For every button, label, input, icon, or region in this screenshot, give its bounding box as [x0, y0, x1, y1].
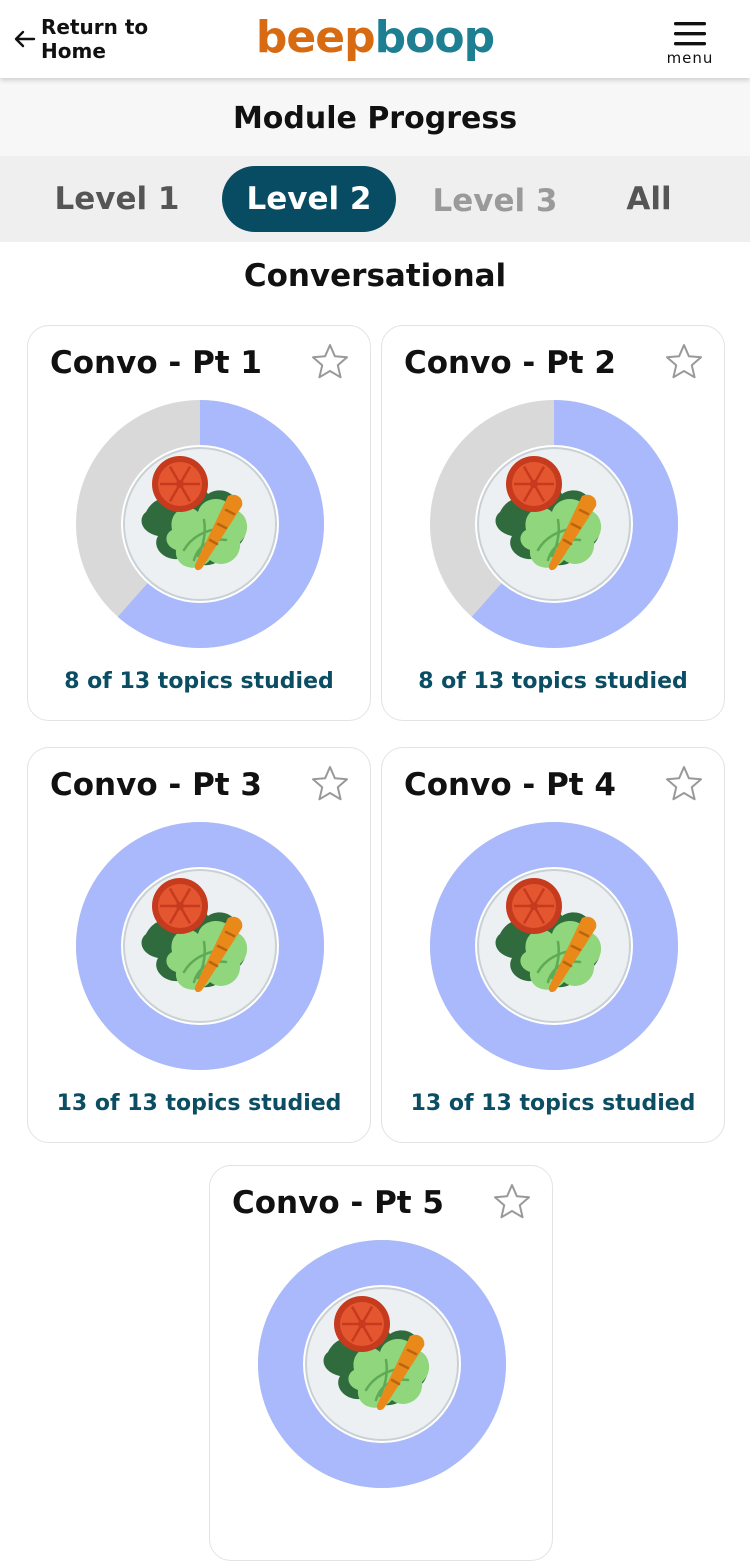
- progress-donut: [430, 400, 678, 648]
- module-card-status: 8 of 13 topics studied: [64, 669, 334, 694]
- level-tabs: Level 1 Level 2 Level 3 All: [0, 156, 750, 242]
- module-card[interactable]: Convo - Pt 3 13 of 13 topics studied: [27, 747, 371, 1143]
- star-outline-icon[interactable]: [310, 764, 350, 804]
- module-card[interactable]: Convo - Pt 1 8 of 13 topics studied: [27, 325, 371, 721]
- menu-label: menu: [666, 49, 714, 67]
- logo-part-boop: boop: [374, 12, 495, 63]
- logo-part-beep: beep: [255, 12, 376, 63]
- module-card[interactable]: Convo - Pt 4 13 of 13 topics studied: [381, 747, 725, 1143]
- module-card-title: Convo - Pt 1: [50, 345, 262, 381]
- progress-donut: [258, 1240, 506, 1488]
- module-card-title: Convo - Pt 5: [232, 1185, 444, 1221]
- star-outline-icon[interactable]: [492, 1182, 532, 1222]
- tab-level-3[interactable]: Level 3: [420, 168, 570, 234]
- module-card[interactable]: Convo - Pt 5: [209, 1165, 553, 1561]
- module-card-title: Convo - Pt 3: [50, 767, 262, 803]
- module-card-status: 13 of 13 topics studied: [410, 1091, 696, 1116]
- module-card-status: 8 of 13 topics studied: [418, 669, 688, 694]
- page-title-band: Module Progress: [0, 78, 750, 156]
- star-outline-icon[interactable]: [310, 342, 350, 382]
- tab-level-2[interactable]: Level 2: [222, 166, 396, 232]
- top-bar: Return to Home beepboop menu: [0, 0, 750, 78]
- progress-donut: [76, 400, 324, 648]
- module-card-title: Convo - Pt 4: [404, 767, 616, 803]
- salad-plate-icon: [475, 867, 633, 1025]
- tab-level-1[interactable]: Level 1: [46, 166, 188, 232]
- menu-button[interactable]: menu: [666, 21, 714, 67]
- hamburger-menu-icon: [674, 22, 706, 46]
- salad-plate-icon: [121, 867, 279, 1025]
- progress-donut: [76, 822, 324, 1070]
- module-card[interactable]: Convo - Pt 2 8 of 13 topics studied: [381, 325, 725, 721]
- tab-all[interactable]: All: [608, 166, 690, 232]
- star-outline-icon[interactable]: [664, 342, 704, 382]
- salad-plate-icon: [303, 1285, 461, 1443]
- page-title: Module Progress: [232, 101, 518, 136]
- progress-donut: [430, 822, 678, 1070]
- salad-plate-icon: [475, 445, 633, 603]
- star-outline-icon[interactable]: [664, 764, 704, 804]
- salad-plate-icon: [121, 445, 279, 603]
- section-title: Conversational: [243, 258, 507, 294]
- logo: beepboop: [0, 12, 750, 64]
- module-card-title: Convo - Pt 2: [404, 345, 616, 381]
- module-card-status: 13 of 13 topics studied: [56, 1091, 342, 1116]
